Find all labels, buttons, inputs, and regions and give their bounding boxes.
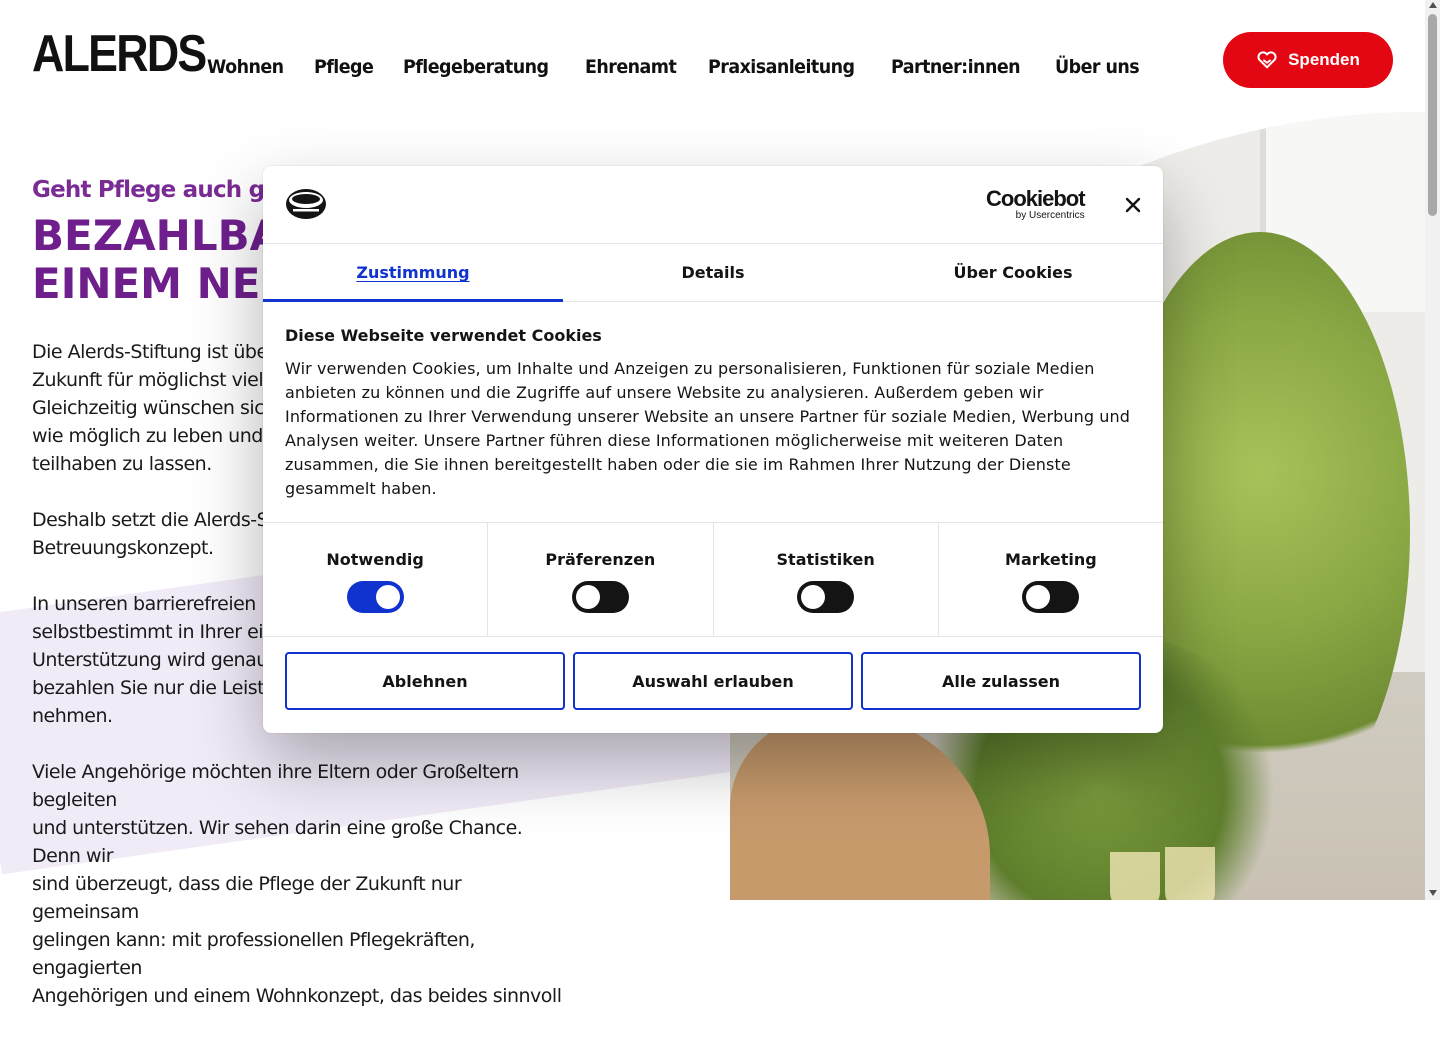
cookiebot-brand-name: Cookiebot xyxy=(986,186,1086,211)
scroll-down-arrow[interactable] xyxy=(1429,890,1437,896)
site-header: ALERDS Wohnen Pflege Pflegeberatung Ehre… xyxy=(0,0,1425,112)
nav-item-ueber-uns[interactable]: Über uns xyxy=(1055,56,1140,78)
toggle-notwendig: Notwendig xyxy=(263,523,489,636)
photo-glass xyxy=(1110,852,1160,900)
toggle-label: Präferenzen xyxy=(545,550,656,569)
dialog-header: Cookiebot by Usercentrics xyxy=(263,166,1163,244)
close-icon xyxy=(1125,197,1141,213)
cookie-consent-dialog: Cookiebot by Usercentrics Zustimmung Det… xyxy=(263,166,1163,733)
close-dialog-button[interactable] xyxy=(1120,192,1146,218)
toggle-switch-notwendig[interactable] xyxy=(346,581,404,613)
cookiebot-brand[interactable]: Cookiebot by Usercentrics xyxy=(986,186,1086,221)
nav-item-pflegeberatung[interactable]: Pflegeberatung xyxy=(403,56,549,78)
toggle-knob xyxy=(375,585,400,609)
nav-item-pflege[interactable]: Pflege xyxy=(314,56,374,78)
toggle-knob xyxy=(1026,585,1051,609)
tab-details[interactable]: Details xyxy=(563,244,863,301)
toggle-label: Statistiken xyxy=(776,550,875,569)
cookiebot-logo-icon xyxy=(286,189,326,219)
allow-all-button[interactable]: Alle zulassen xyxy=(861,652,1141,710)
dialog-tabs: Zustimmung Details Über Cookies xyxy=(263,244,1163,302)
donate-label: Spenden xyxy=(1288,50,1360,69)
scroll-up-arrow[interactable] xyxy=(1429,2,1437,8)
nav-item-wohnen[interactable]: Wohnen xyxy=(207,56,284,78)
nav-item-praxisanleitung[interactable]: Praxisanleitung xyxy=(708,56,855,78)
consent-toggles: Notwendig Präferenzen Statistiken Market… xyxy=(263,522,1163,637)
toggle-label: Notwendig xyxy=(326,550,424,569)
tab-zustimmung[interactable]: Zustimmung xyxy=(263,244,563,302)
allow-selection-button[interactable]: Auswahl erlauben xyxy=(573,652,853,710)
paragraph: Viele Angehörige möchten ihre Eltern ode… xyxy=(32,761,562,1007)
photo-glass xyxy=(1165,847,1215,900)
site-logo[interactable]: ALERDS xyxy=(32,28,207,80)
heart-icon xyxy=(1257,51,1277,69)
page-scrollbar[interactable] xyxy=(1425,0,1440,900)
scroll-thumb[interactable] xyxy=(1428,14,1437,216)
toggle-switch-praeferenzen[interactable] xyxy=(571,581,629,613)
toggle-switch-statistiken[interactable] xyxy=(797,581,855,613)
toggle-knob xyxy=(575,585,600,609)
donate-button[interactable]: Spenden xyxy=(1223,32,1393,88)
toggle-praeferenzen: Präferenzen xyxy=(488,523,714,636)
dialog-title: Diese Webseite verwendet Cookies xyxy=(285,326,602,345)
nav-item-ehrenamt[interactable]: Ehrenamt xyxy=(585,56,677,78)
toggle-switch-marketing[interactable] xyxy=(1022,581,1080,613)
tab-ueber-cookies[interactable]: Über Cookies xyxy=(863,244,1163,301)
main-nav: Wohnen Pflege Pflegeberatung Ehrenamt Pr… xyxy=(207,56,1147,78)
dialog-buttons: Ablehnen Auswahl erlauben Alle zulassen xyxy=(285,652,1141,710)
nav-item-partnerinnen[interactable]: Partner:innen xyxy=(891,56,1021,78)
toggle-knob xyxy=(801,585,826,609)
toggle-statistiken: Statistiken xyxy=(714,523,939,636)
decline-button[interactable]: Ablehnen xyxy=(285,652,565,710)
dialog-body: Diese Webseite verwendet Cookies Wir ver… xyxy=(285,326,1135,501)
toggle-label: Marketing xyxy=(1005,550,1097,569)
toggle-marketing: Marketing xyxy=(939,523,1163,636)
dialog-description: Wir verwenden Cookies, um Inhalte und An… xyxy=(285,359,1131,498)
